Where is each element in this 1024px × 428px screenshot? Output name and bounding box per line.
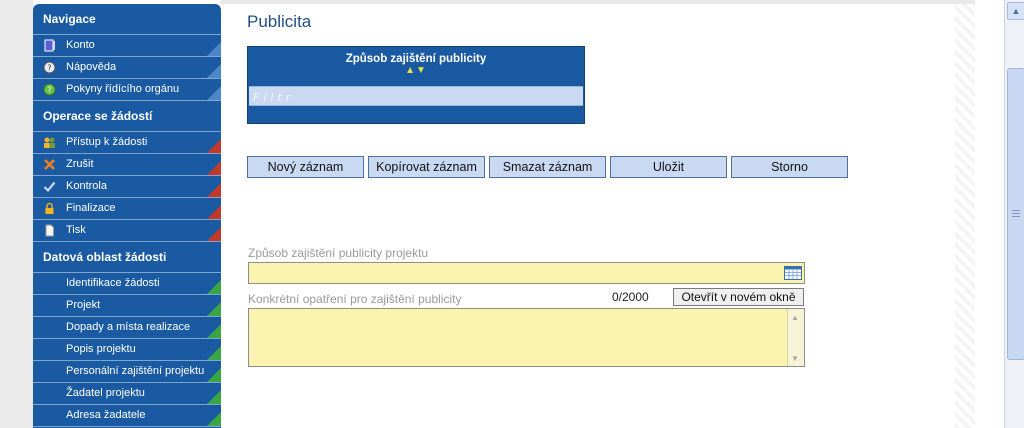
measures-label: Konkrétní opatření pro zajištění publici…	[248, 292, 462, 306]
delete-record-button[interactable]: Smazat záznam	[489, 156, 606, 178]
scrollbar-thumb[interactable]	[1007, 68, 1024, 360]
publicity-method-label: Způsob zajištění publicity projektu	[248, 246, 429, 260]
sidebar-navigation: Navigace Konto ? Nápověda ? Pokyny řídíc…	[33, 4, 221, 428]
sidebar-item-identifikace[interactable]: Identifikace žádosti	[33, 273, 221, 295]
sidebar-item-tisk[interactable]: Tisk	[33, 220, 221, 242]
save-button[interactable]: Uložit	[610, 156, 727, 178]
scroll-up-icon[interactable]: ▲	[1007, 2, 1024, 20]
sidebar-item-zrusit[interactable]: Zrušit	[33, 154, 221, 176]
sidebar-item-zadatel[interactable]: Žadatel projektu	[33, 383, 221, 405]
document-icon	[43, 224, 56, 237]
publicity-method-field[interactable]	[248, 262, 808, 285]
checkmark-icon	[43, 180, 56, 193]
sidebar-item-dopady[interactable]: Dopady a místa realizace	[33, 317, 221, 339]
copy-record-button[interactable]: Kopírovat záznam	[368, 156, 485, 178]
help-icon: ?	[43, 61, 56, 74]
sort-arrows-icon[interactable]: ▲▼	[248, 65, 584, 77]
page-scrollbar[interactable]: ▲	[1004, 0, 1024, 428]
sidebar-item-projekt[interactable]: Projekt	[33, 295, 221, 317]
users-icon	[43, 136, 56, 149]
sidebar-item-pristup[interactable]: Přístup k žádosti	[33, 132, 221, 154]
filter-input[interactable]	[251, 88, 581, 106]
new-record-button[interactable]: Nový záznam	[247, 156, 364, 178]
left-margin	[0, 0, 33, 428]
svg-text:?: ?	[47, 86, 51, 95]
sidebar-item-konto[interactable]: Konto	[33, 35, 221, 57]
sidebar-section-title-datova-oblast: Datová oblast žádosti	[33, 242, 221, 273]
sidebar-item-adresa[interactable]: Adresa žadatele	[33, 405, 221, 427]
svg-text:?: ?	[47, 64, 51, 73]
sidebar-item-kontrola[interactable]: Kontrola	[33, 176, 221, 198]
textarea-scrollbar[interactable]: ▲ ▼	[787, 309, 804, 366]
sidebar-item-pokyny[interactable]: ? Pokyny řídícího orgánu	[33, 79, 221, 101]
top-border	[221, 0, 1004, 4]
publicity-method-input[interactable]	[249, 263, 808, 285]
sidebar-item-finalizace[interactable]: Finalizace	[33, 198, 221, 220]
lock-icon	[43, 202, 56, 215]
character-counter: 0/2000	[612, 290, 649, 304]
page-title: Publicita	[247, 12, 312, 31]
scroll-down-icon[interactable]: ▼	[791, 354, 799, 363]
sidebar-item-napoveda[interactable]: ? Nápověda	[33, 57, 221, 79]
publicity-table: Způsob zajištění publicity ▲▼	[247, 46, 585, 124]
account-book-icon	[43, 39, 56, 52]
cancel-icon	[43, 158, 56, 171]
table-column-header[interactable]: Způsob zajištění publicity ▲▼	[248, 47, 584, 85]
scroll-up-icon[interactable]: ▲	[791, 313, 799, 322]
cancel-button[interactable]: Storno	[731, 156, 848, 178]
sidebar-item-personalni[interactable]: Personální zajištění projektu	[33, 361, 221, 383]
sidebar-section-title-navigace: Navigace	[33, 4, 221, 35]
measures-field[interactable]: ▲ ▼	[248, 308, 808, 370]
guidelines-icon: ?	[43, 83, 56, 96]
filter-row	[249, 86, 583, 106]
calendar-icon[interactable]	[784, 266, 802, 285]
sidebar-section-title-operace: Operace se žádostí	[33, 101, 221, 132]
sidebar-item-popis[interactable]: Popis projektu	[33, 339, 221, 361]
open-in-new-window-button[interactable]: Otevřít v novém okně	[673, 288, 804, 306]
measures-textarea[interactable]	[249, 309, 808, 370]
content-edge-hatch	[955, 4, 975, 428]
